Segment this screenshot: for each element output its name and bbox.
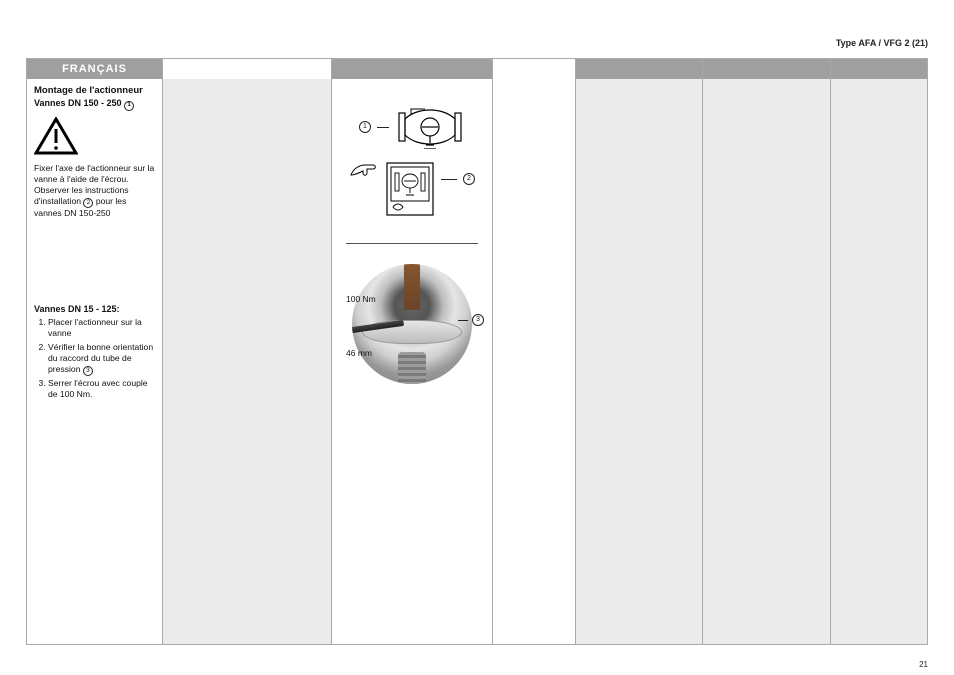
torque-label: 100 Nm (346, 294, 376, 305)
hand-pointing-icon (349, 155, 379, 179)
callout-ref-1-icon: 1 (124, 101, 134, 111)
figure-group: 1 (339, 85, 485, 384)
list-item: Serrer l'écrou avec couple de 100 Nm. (48, 378, 155, 400)
lang-column-2-body (703, 79, 830, 644)
subtitle-text: Vannes DN 150 - 250 (34, 98, 122, 108)
figure-callout-2: 2 (463, 173, 475, 185)
lang-column-1-body (576, 79, 702, 644)
section-title: Montage de l'actionneur (34, 85, 155, 97)
wrench-size-label: 46 mm (346, 348, 372, 359)
blank-wide-column (493, 59, 575, 644)
section-subtitle: Vannes DN 150 - 250 1 (34, 98, 155, 110)
grey-tab-body (163, 79, 331, 644)
callout-ref-3-icon: 3 (83, 366, 93, 376)
leader-line-icon (458, 320, 468, 321)
leader-line-icon (377, 127, 389, 128)
divider (346, 243, 477, 244)
list-item: Placer l'actionneur sur la vanne (48, 317, 155, 339)
lang-column-2 (703, 59, 831, 644)
figure-1-row: 1 (359, 105, 465, 149)
lang-column-3-body (831, 79, 927, 644)
illustration-column: 1 (331, 59, 493, 644)
valve-diagram-icon (395, 105, 465, 149)
grey-tab-column (163, 59, 331, 644)
subhead-dn15-125: Vannes DN 15 - 125: (34, 304, 155, 316)
figure-callout-3-group: 3 (458, 314, 484, 326)
lang-column-3 (831, 59, 927, 644)
document-type-line: Type AFA / VFG 2 (21) (836, 38, 928, 48)
lang-column-1 (575, 59, 703, 644)
page-number: 21 (919, 660, 928, 669)
warning-icon (34, 117, 78, 155)
list-item: Vérifier la bonne orientation du raccord… (48, 342, 155, 377)
step-text: Vérifier la bonne orientation du raccord… (48, 342, 153, 374)
step-text: Serrer l'écrou avec couple de 100 Nm. (48, 378, 148, 399)
instruction-booklet-icon (385, 161, 435, 217)
french-column: FRANÇAIS Montage de l'actionneur Vannes … (27, 59, 163, 644)
grey-tab-head-blank (163, 59, 331, 79)
warning-paragraph: Fixer l'axe de l'actionneur sur la vanne… (34, 163, 155, 220)
callout-ref-2-icon: 2 (83, 198, 93, 208)
column-container: FRANÇAIS Montage de l'actionneur Vannes … (26, 58, 928, 645)
lang-column-2-header (703, 59, 830, 79)
actuator-bellows (398, 352, 426, 384)
blank-header (493, 59, 575, 79)
figure-3-photo: 100 Nm 46 mm 3 (352, 264, 472, 384)
lang-column-3-header (831, 59, 927, 79)
illustration-column-header (332, 59, 492, 79)
figure-callout-3: 3 (472, 314, 484, 326)
actuator-shaft (404, 264, 420, 310)
french-column-header: FRANÇAIS (27, 59, 162, 79)
figure-2-row: 2 (349, 161, 475, 217)
steps-list: Placer l'actionneur sur la vanne Vérifie… (34, 317, 155, 400)
lang-column-1-header (576, 59, 702, 79)
figure-callout-1: 1 (359, 121, 371, 133)
leader-line-icon (441, 179, 457, 180)
step-text: Placer l'actionneur sur la vanne (48, 317, 142, 338)
warning-text-a: Fixer l'axe de l'actionneur sur la vanne… (34, 163, 154, 207)
actuator-photo (352, 264, 472, 384)
